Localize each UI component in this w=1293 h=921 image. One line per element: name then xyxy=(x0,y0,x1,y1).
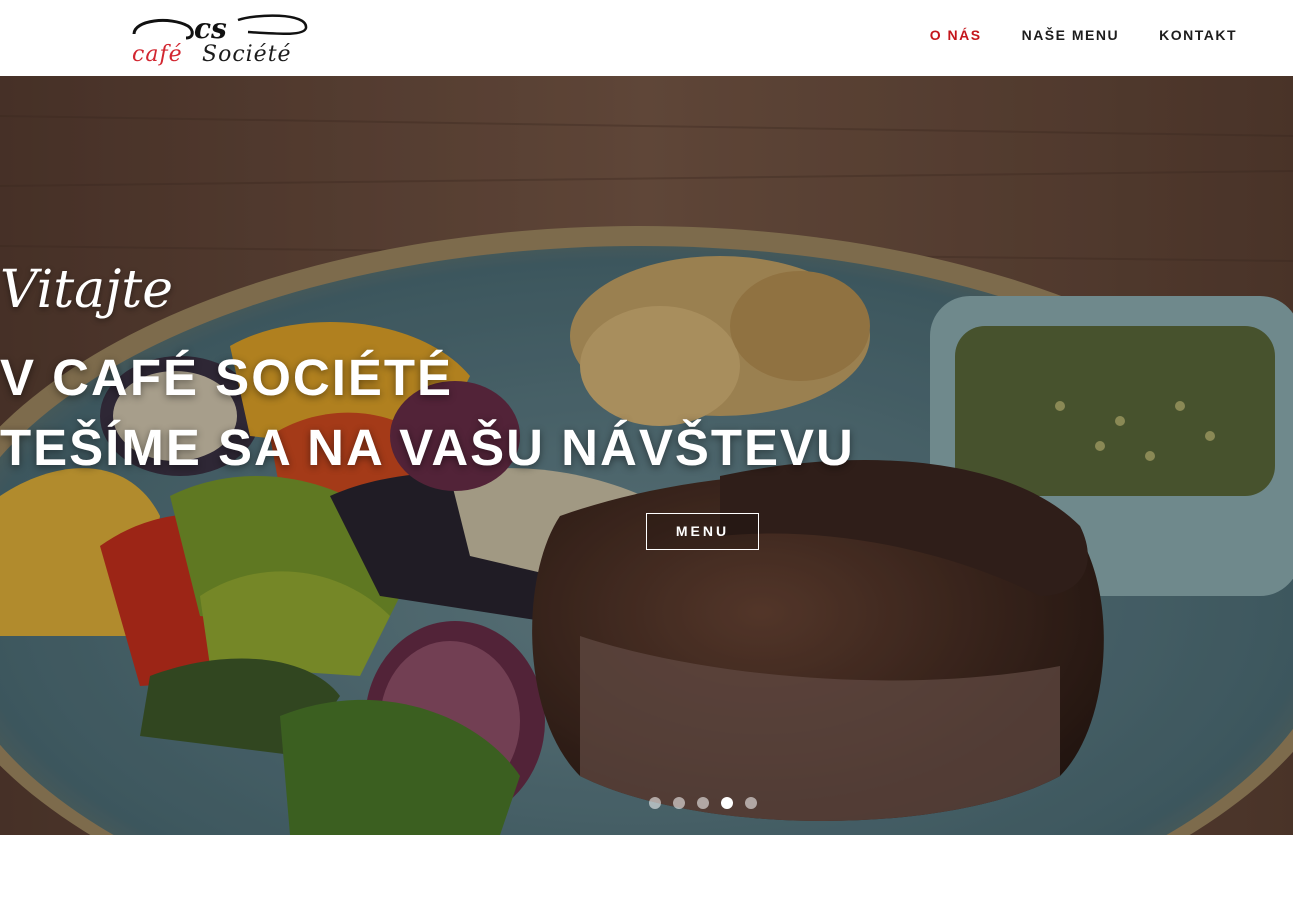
site-header: cs café Société O NÁS NAŠE MENU KONTAKT xyxy=(0,0,1293,76)
hero-heading-line2: TEŠÍME SA NA VAŠU NÁVŠTEVU xyxy=(0,419,855,476)
hero-heading-line1: V CAFÉ SOCIÉTÉ xyxy=(0,349,454,406)
nav-item-nase-menu[interactable]: NAŠE MENU xyxy=(1022,27,1120,43)
nav-item-o-nas[interactable]: O NÁS xyxy=(930,27,982,43)
slider-dot-5[interactable] xyxy=(745,797,757,809)
logo-swash-icon: cs xyxy=(132,12,308,45)
slider-dot-4[interactable] xyxy=(721,797,733,809)
slider-dot-3[interactable] xyxy=(697,797,709,809)
main-nav: O NÁS NAŠE MENU KONTAKT xyxy=(930,27,1237,43)
hero-menu-button[interactable]: MENU xyxy=(646,513,759,550)
slider-dot-2[interactable] xyxy=(673,797,685,809)
hero-welcome: Vitajte xyxy=(0,260,173,320)
slider-dot-1[interactable] xyxy=(649,797,661,809)
hero-slider: Vitajte V CAFÉ SOCIÉTÉ TEŠÍME SA NA VAŠU… xyxy=(0,76,1293,835)
slider-pagination xyxy=(649,797,757,809)
logo-word-cafe: café xyxy=(132,42,183,67)
brand-logo[interactable]: cs café Société xyxy=(130,12,310,74)
svg-text:cs: cs xyxy=(194,12,227,45)
nav-item-kontakt[interactable]: KONTAKT xyxy=(1159,27,1237,43)
logo-word-societe: Société xyxy=(202,42,292,67)
